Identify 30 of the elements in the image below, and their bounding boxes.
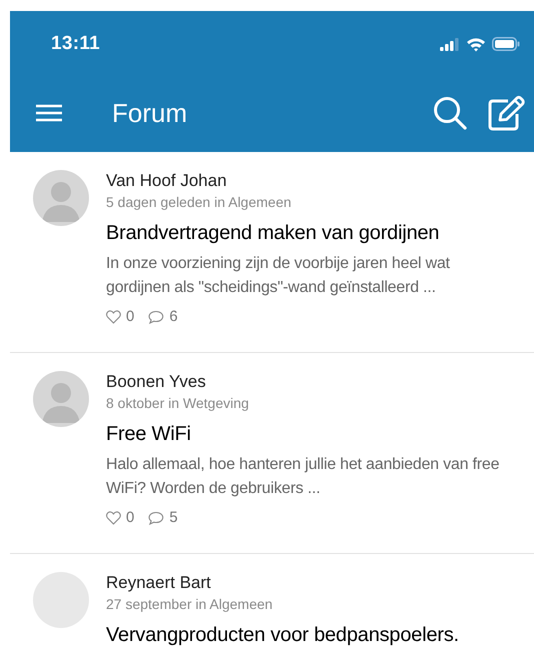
page-title: Forum (112, 98, 188, 128)
post-meta: 5 dagen geleden in Algemeen (106, 193, 292, 212)
heart-icon[interactable] (106, 510, 121, 524)
post-title: Brandvertragend maken van gordijnen (106, 221, 440, 246)
battery-icon (492, 37, 520, 51)
post-title: Vervangproducten voor bedpanspoelers. (106, 623, 459, 648)
post-author: Van Hoof Johan (106, 170, 227, 192)
post-meta: 8 oktober in Wetgeving (106, 394, 249, 413)
forum-post[interactable]: Van Hoof Johan 5 dagen geleden in Algemeen Brandvertragend maken van gordijnen In onze voorziening zijn de voorbije jaren heel wat gordijnen als "scheidings"-wand geïnstalleerd ... 0 6 (10, 152, 534, 353)
comment-icon[interactable] (148, 510, 164, 524)
heart-icon[interactable] (106, 310, 121, 324)
post-meta: 27 september in Algemeen (106, 595, 273, 614)
signal-icon (440, 38, 460, 50)
post-excerpt: In onze voorziening zijn de voorbije jaren heel wat gordijnen als "scheidings"-wand geïnstalleerd ... (106, 254, 451, 298)
forum-post[interactable]: Reynaert Bart 27 september in Algemeen Vervangproducten voor bedpanspoelers. (10, 554, 534, 652)
like-count: 0 (126, 308, 134, 325)
comment-count: 5 (169, 509, 178, 526)
post-author: Boonen Yves (106, 371, 206, 393)
post-title: Free WiFi (106, 422, 191, 447)
post-excerpt: Halo allemaal, hoe hanteren jullie het aanbieden van free WiFi? Worden de gebruikers ... (106, 455, 500, 499)
post-author: Reynaert Bart (106, 572, 211, 594)
menu-button[interactable] (35, 103, 63, 123)
status-time: 13:11 (51, 33, 100, 55)
comment-count: 6 (169, 308, 178, 325)
like-count: 0 (126, 509, 134, 526)
comment-icon[interactable] (148, 310, 164, 324)
wifi-icon (466, 36, 486, 52)
search-button[interactable] (432, 95, 468, 131)
compose-button[interactable] (488, 95, 526, 131)
forum-post[interactable]: Boonen Yves 8 oktober in Wetgeving Free WiFi Halo allemaal, hoe hanteren jullie het aanbieden van free WiFi? Worden de gebruikers ... 0 5 (10, 353, 534, 554)
